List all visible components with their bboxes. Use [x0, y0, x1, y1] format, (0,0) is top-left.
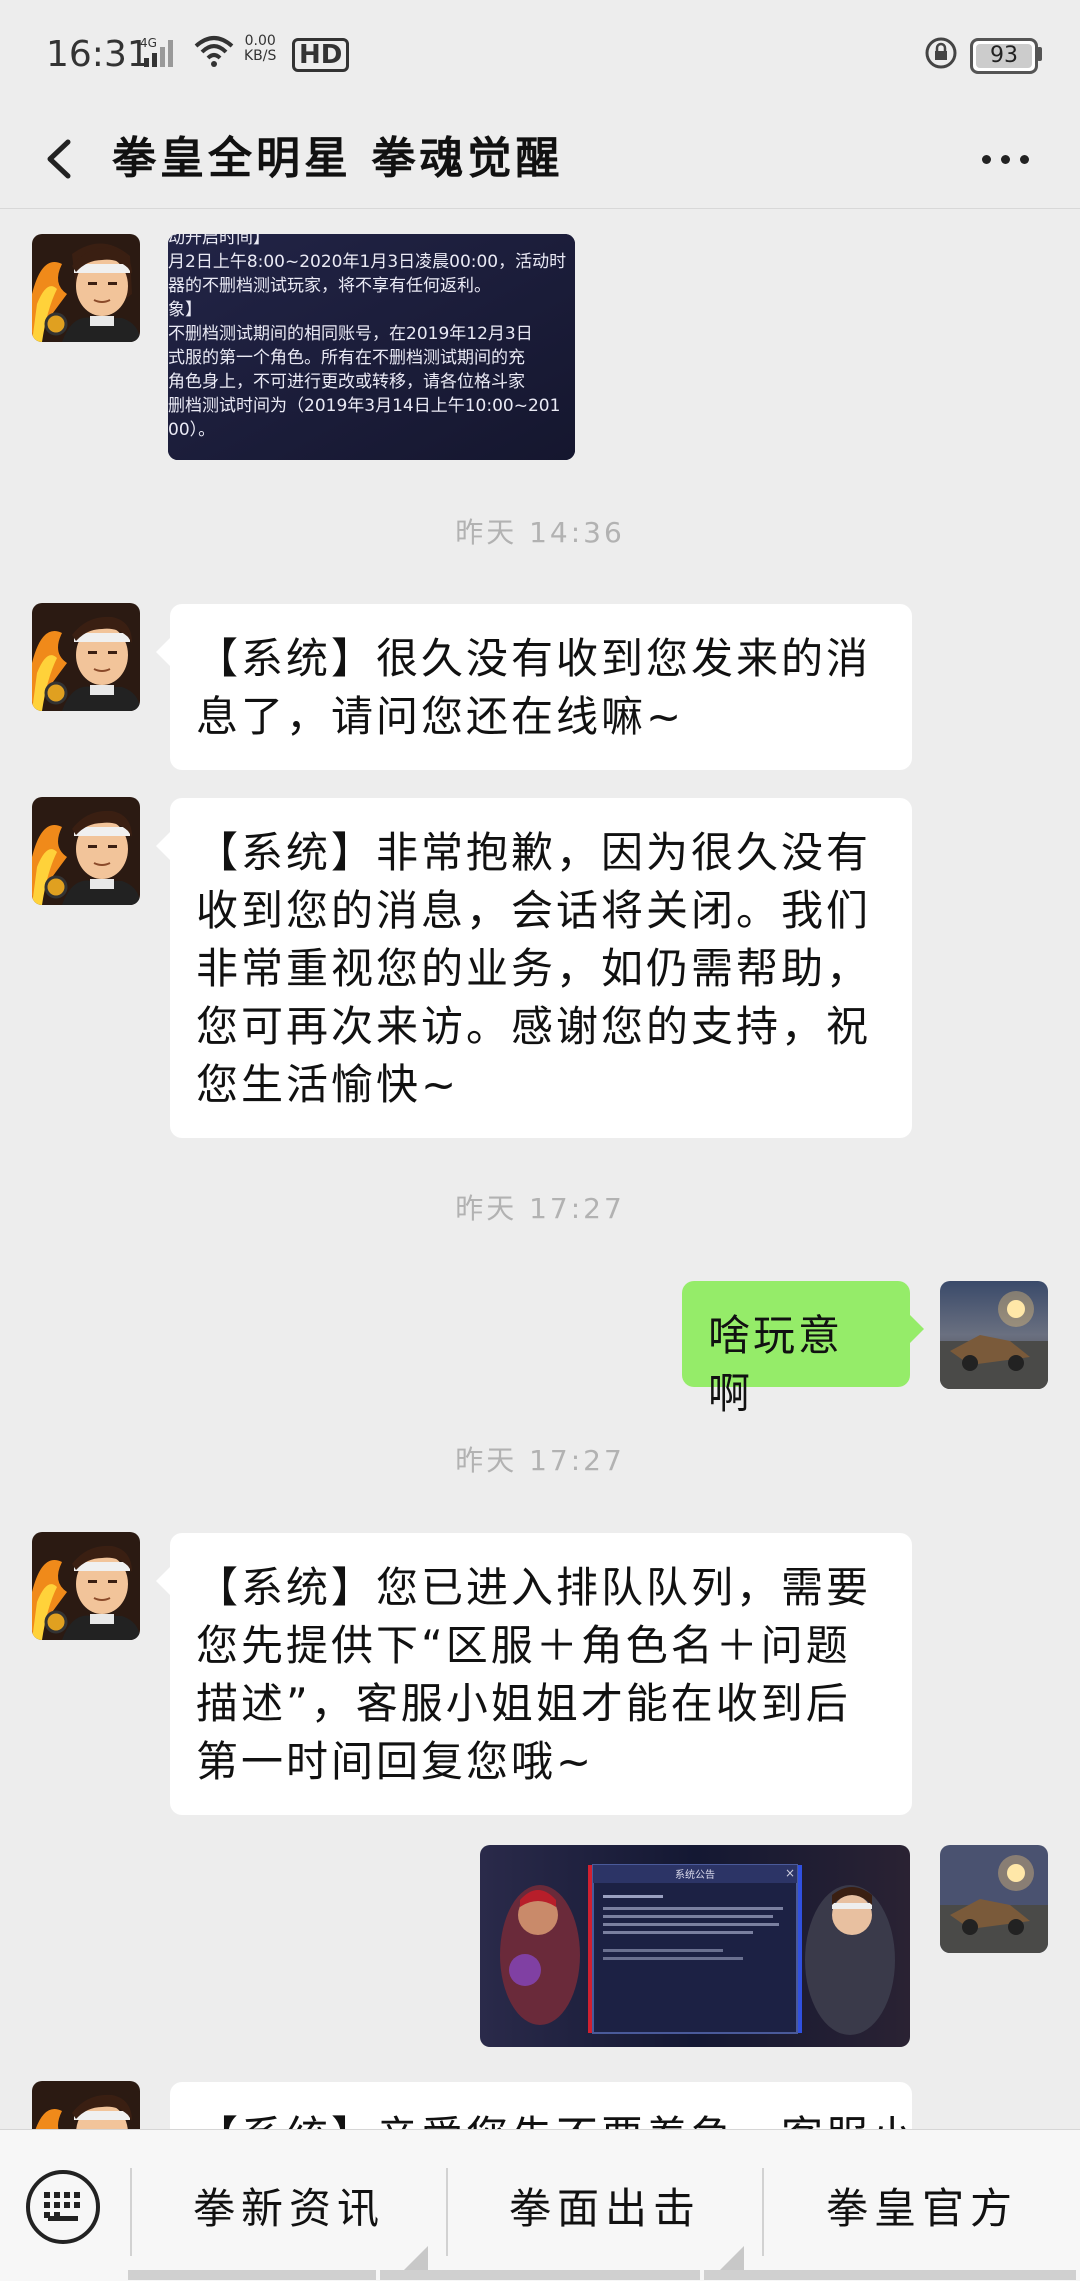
battery-tip	[1037, 47, 1042, 61]
more-dots-icon	[981, 154, 991, 164]
status-bar: 16:31 4G 0.00 KB/S HD 93	[0, 0, 1080, 110]
hd-badge: HD	[292, 38, 350, 72]
menu-item-news[interactable]: 拳新资讯	[132, 2130, 446, 2281]
avatar[interactable]	[32, 1532, 140, 1640]
signal-icon: 4G	[140, 36, 188, 72]
avatar[interactable]	[32, 603, 140, 711]
nav-indicator	[704, 2270, 1076, 2280]
status-time: 16:31	[46, 34, 150, 75]
chat-header: 拳皇全明星 拳魂觉醒	[0, 110, 1080, 209]
bottom-menu-bar: 拳新资讯 拳面出击 拳皇官方	[0, 2129, 1080, 2281]
chevron-left-icon	[47, 139, 71, 179]
message-bubble[interactable]: 【系统】非常抱歉，因为很久没有收到您的消息，会话将关闭。我们非常重视您的业务，如…	[156, 798, 912, 1138]
my-message-bubble[interactable]: 啥玩意啊	[682, 1281, 924, 1418]
avatar[interactable]	[32, 797, 140, 905]
page-title: 拳皇全明星 拳魂觉醒	[112, 133, 564, 184]
timestamp: 昨天 17:27	[455, 1192, 625, 1225]
my-avatar[interactable]	[940, 1845, 1048, 1953]
submenu-indicator	[720, 2246, 744, 2270]
back-button[interactable]	[28, 124, 98, 194]
game-screenshot-image[interactable]: 系统公告 ×	[480, 1845, 910, 2047]
more-button[interactable]	[970, 124, 1040, 194]
menu-item-battle[interactable]: 拳面出击	[448, 2130, 762, 2281]
avatar[interactable]	[32, 2081, 140, 2129]
network-type: 4G	[140, 36, 157, 50]
my-avatar[interactable]	[940, 1281, 1048, 1389]
nav-indicator	[128, 2270, 376, 2280]
timestamp: 昨天 17:27	[455, 1444, 625, 1477]
menu-item-official[interactable]: 拳皇官方	[764, 2130, 1080, 2281]
chat-list[interactable]: 动开启时间】 月2日上午8:00~2020年1月3日凌晨00:00，活动时 器的…	[0, 209, 1080, 2129]
nav-indicator	[380, 2270, 700, 2280]
keyboard-icon	[44, 2192, 82, 2218]
avatar[interactable]	[32, 234, 140, 342]
net-speed-value: 0.00	[244, 33, 276, 49]
message-bubble[interactable]: 【系统】很久没有收到您发来的消息了，请问您还在线嘛~	[156, 604, 912, 770]
game-screenshot-title: 系统公告	[675, 1868, 715, 1881]
battery-indicator: 93	[970, 38, 1038, 74]
svg-text:×: ×	[785, 1866, 795, 1880]
message-bubble[interactable]: 【系统】您已进入排队队列，需要您先提供下“区服＋角色名＋问题描述”，客服小姐姐才…	[156, 1533, 912, 1815]
timestamp: 昨天 14:36	[455, 516, 625, 549]
net-speed: 0.00 KB/S	[244, 34, 276, 64]
rotation-lock-icon	[924, 36, 958, 74]
wifi-icon	[194, 34, 234, 72]
keyboard-button[interactable]	[26, 2170, 100, 2244]
battery-level: 93	[990, 43, 1018, 68]
net-speed-unit: KB/S	[244, 48, 277, 64]
notice-image-text: 动开启时间】 月2日上午8:00~2020年1月3日凌晨00:00，活动时 器的…	[168, 234, 567, 440]
message-bubble[interactable]: 【系统】亲爱您先不要着急，客服小	[170, 2082, 912, 2129]
notice-image[interactable]: 动开启时间】 月2日上午8:00~2020年1月3日凌晨00:00，活动时 器的…	[168, 234, 575, 460]
submenu-indicator	[404, 2246, 428, 2270]
